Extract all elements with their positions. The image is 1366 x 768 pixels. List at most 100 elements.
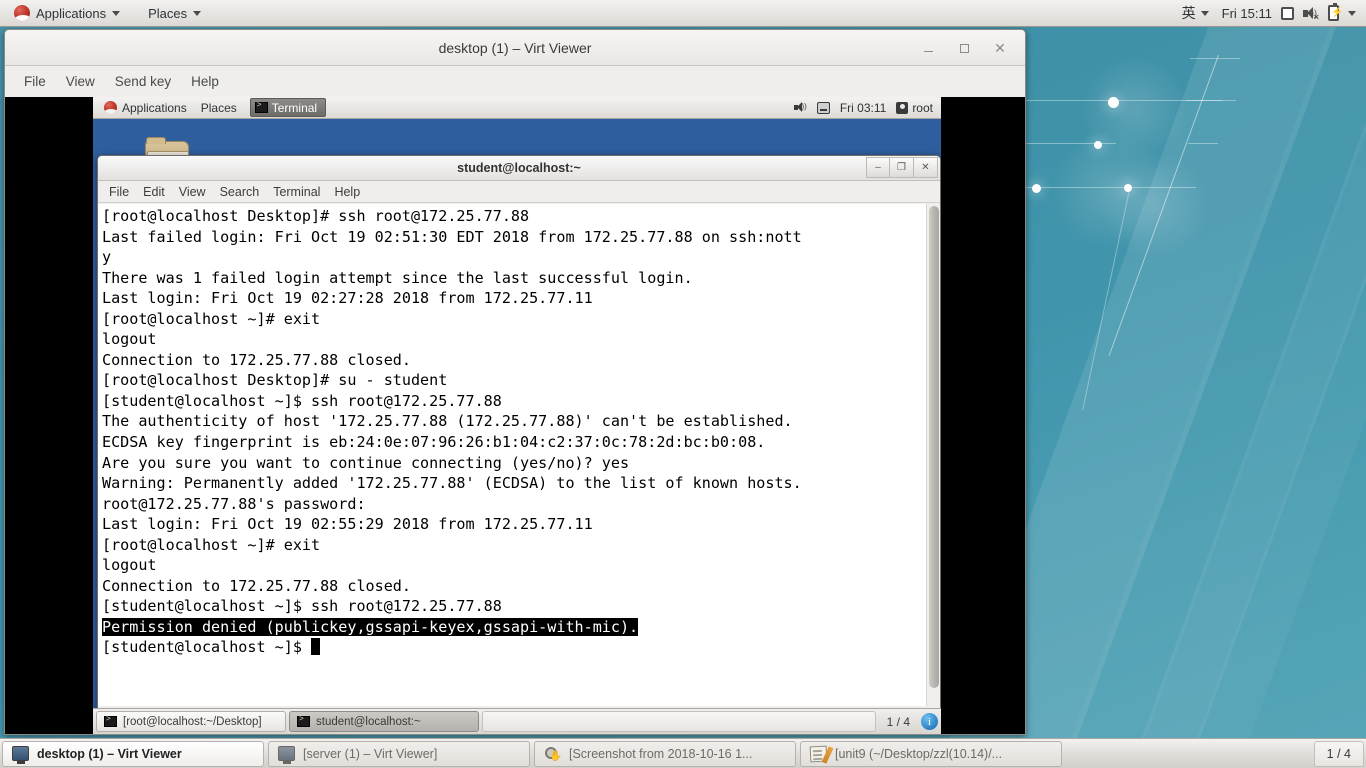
taskbar-item-label: desktop (1) – Virt Viewer [37,746,182,761]
terminal-line: Last login: Fri Oct 19 02:55:29 2018 fro… [102,515,593,534]
info-icon[interactable]: i [921,713,938,730]
vm-clock[interactable]: Fri 03:11 [840,101,886,115]
speaker-muted-icon[interactable]: )) × [1303,6,1319,22]
host-top-panel: Applications Places 英 Fri 15:11 )) × ⚡ [0,0,1366,27]
terminal-icon [254,101,268,113]
term-menu-file[interactable]: File [102,182,136,202]
host-workspace-pager[interactable]: 1 / 4 [1313,740,1364,767]
vm-applications-label: Applications [122,100,187,115]
taskbar-item-label: [server (1) – Virt Viewer] [303,746,438,761]
terminal-titlebar[interactable]: student@localhost:~ – ❐ ✕ [98,156,940,181]
taskbar-item-screenshot[interactable]: ✋ [Screenshot from 2018-10-16 1... [534,740,796,767]
terminal-scrollbar[interactable] [926,204,940,706]
redhat-logo-icon [104,101,117,114]
terminal-line-highlighted: Permission denied (publickey,gssapi-keye… [102,617,639,636]
vm-workspace-pager[interactable]: 1 / 4 [879,715,918,729]
applications-menu[interactable]: Applications [6,2,128,24]
vv-menu-view[interactable]: View [57,70,104,93]
terminal-line: Connection to 172.25.77.88 closed. [102,576,411,595]
host-taskbar: desktop (1) – Virt Viewer [server (1) – … [0,738,1366,768]
terminal-line: Last login: Fri Oct 19 02:27:28 2018 fro… [102,289,593,308]
places-menu-label: Places [148,5,188,21]
notes-icon [809,745,834,764]
taskbar-item-unit9-document[interactable]: [unit9 (~/Desktop/zzl(10.14)/... [800,740,1062,767]
taskbar-item-desktop-virt-viewer[interactable]: desktop (1) – Virt Viewer [2,740,264,767]
vv-menu-send-key[interactable]: Send key [106,70,180,93]
taskbar-item-label: [Screenshot from 2018-10-16 1... [569,746,753,761]
term-menu-terminal[interactable]: Terminal [266,182,327,202]
vm-places-menu[interactable]: Places [194,99,244,117]
taskbar-item-server-virt-viewer[interactable]: [server (1) – Virt Viewer] [268,740,530,767]
camera-icon: ✋ [544,746,562,762]
terminal-line: ECDSA key fingerprint is eb:24:0e:07:96:… [102,433,766,452]
vm-active-window-button[interactable]: Terminal [249,98,327,117]
vm-top-panel: Applications Places Terminal )) Fri 03:1… [93,97,941,119]
virt-viewer-titlebar[interactable]: desktop (1) – Virt Viewer ✕ [5,30,1025,66]
scrollbar-thumb[interactable] [929,206,939,688]
places-menu[interactable]: Places [140,3,209,24]
vm-user-label: root [912,100,933,115]
input-method-indicator[interactable]: 英 [1178,1,1213,25]
display-icon[interactable] [1281,6,1294,20]
vm-user-menu[interactable]: root [896,101,933,115]
terminal-line: There was 1 failed login attempt since t… [102,268,693,287]
vm-active-window-label: Terminal [271,100,318,115]
vm-taskbar-item-label: [root@localhost:~/Desktop] [123,715,262,728]
terminal-maximize-button[interactable]: ❐ [890,157,914,178]
terminal-line: The authenticity of host '172.25.77.88 (… [102,412,793,431]
terminal-icon [297,715,310,727]
vv-menu-file[interactable]: File [15,70,55,93]
input-method-label: 英 [1181,5,1196,21]
vm-taskbar-item-label: student@localhost:~ [316,715,421,728]
screen-icon [12,746,29,764]
terminal-menubar: File Edit View Search Terminal Help [98,181,940,203]
terminal-line: [root@localhost ~]# exit [102,309,321,328]
battery-icon[interactable]: ⚡ [1328,3,1343,21]
terminal-line: Warning: Permanently added '172.25.77.88… [102,474,802,493]
virt-viewer-window[interactable]: desktop (1) – Virt Viewer ✕ File View Se… [4,29,1026,735]
terminal-line: logout [102,330,157,349]
chevron-down-icon [1200,10,1209,16]
terminal-line: [student@localhost ~]$ ssh root@172.25.7… [102,597,502,616]
term-menu-view[interactable]: View [172,182,213,202]
terminal-cursor [311,638,321,656]
term-menu-edit[interactable]: Edit [136,182,172,202]
vm-display-area[interactable]: Applications Places Terminal )) Fri 03:1… [5,97,1025,734]
user-icon [896,101,909,114]
terminal-minimize-button[interactable]: – [866,157,890,178]
terminal-output[interactable]: [root@localhost Desktop]# ssh root@172.2… [98,204,926,706]
vm-taskbar: [root@localhost:~/Desktop] student@local… [93,708,941,734]
terminal-line: Are you sure you want to continue connec… [102,453,630,472]
speaker-icon[interactable]: )) [793,102,807,113]
terminal-line: [root@localhost Desktop]# su - student [102,371,448,390]
redhat-logo-icon [14,5,30,21]
chevron-down-icon [112,10,121,16]
taskbar-item-label: [unit9 (~/Desktop/zzl(10.14)/... [835,746,1003,761]
network-icon[interactable] [816,101,830,114]
virt-viewer-close-button[interactable]: ✕ [989,37,1011,59]
term-menu-help[interactable]: Help [327,182,367,202]
terminal-line: [root@localhost ~]# exit [102,535,321,554]
vm-taskbar-item-root-desktop[interactable]: [root@localhost:~/Desktop] [96,711,286,732]
chevron-down-icon[interactable] [1348,10,1356,16]
vm-guest-screen[interactable]: Applications Places Terminal )) Fri 03:1… [93,97,941,734]
vm-taskbar-item-student[interactable]: student@localhost:~ [289,711,479,732]
terminal-window[interactable]: student@localhost:~ – ❐ ✕ File Edit View… [97,155,941,733]
terminal-title: student@localhost:~ [457,161,581,175]
terminal-body[interactable]: [root@localhost Desktop]# ssh root@172.2… [98,204,940,706]
virt-viewer-minimize-button[interactable] [917,37,939,59]
virt-viewer-maximize-button[interactable] [953,37,975,59]
term-menu-search[interactable]: Search [213,182,267,202]
vm-places-label: Places [200,100,237,115]
screen-icon [278,746,295,764]
terminal-line: Last failed login: Fri Oct 19 02:51:30 E… [102,227,802,246]
terminal-close-button[interactable]: ✕ [914,157,938,178]
terminal-line: Connection to 172.25.77.88 closed. [102,350,411,369]
terminal-line: root@172.25.77.88's password: [102,494,366,513]
terminal-icon [104,715,117,727]
vv-menu-help[interactable]: Help [182,70,228,93]
vm-applications-menu[interactable]: Applications [97,99,194,117]
host-clock[interactable]: Fri 15:11 [1222,6,1272,21]
chevron-down-icon [193,10,202,16]
terminal-prompt-line[interactable]: [student@localhost ~]$ [102,637,926,658]
